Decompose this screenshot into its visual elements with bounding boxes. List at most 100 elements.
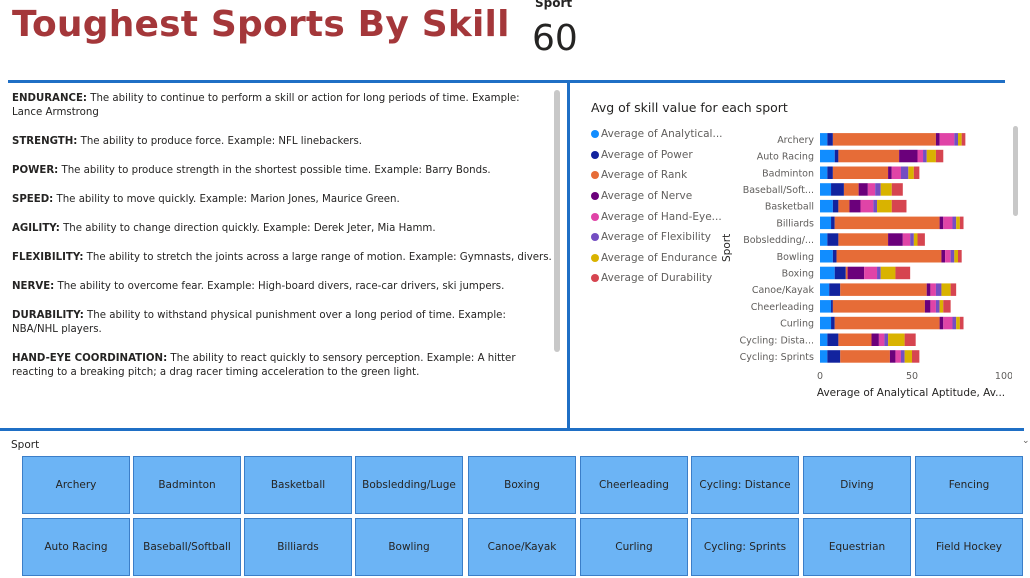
bar-segment	[952, 316, 957, 330]
bar-segment	[913, 233, 918, 246]
bar-segment	[908, 166, 914, 179]
chevron-down-icon[interactable]: ⌄	[1022, 436, 1030, 446]
bar-segment	[827, 133, 833, 146]
bar-segment	[820, 149, 835, 163]
bar-segment	[904, 333, 916, 346]
bar-segment	[838, 199, 850, 213]
slicer-tile[interactable]: Diving	[803, 456, 911, 514]
slicer-tile[interactable]: Auto Racing	[22, 518, 130, 576]
category-tick-label: Cheerleading	[751, 302, 814, 313]
slicer-tile[interactable]: Cycling: Distance	[691, 456, 799, 514]
report-title: Toughest Sports By Skill	[12, 4, 510, 45]
bar-segment	[930, 283, 936, 296]
bar-segment	[873, 199, 878, 213]
legend-label: Average of Rank	[601, 169, 688, 182]
bar-segment	[923, 149, 927, 163]
definition-text: The ability to produce strength in the s…	[58, 165, 491, 176]
bar-segment	[888, 333, 905, 346]
legend-dot-icon	[591, 171, 599, 180]
definition-paragraph: FLEXIBILITY: The ability to stretch the …	[12, 251, 552, 265]
slicer-tile[interactable]: Boxing	[468, 456, 576, 514]
bar-segment	[895, 266, 911, 280]
bar-segment	[958, 133, 962, 146]
textbox-scrollbar[interactable]	[554, 90, 560, 352]
sport-count-label: Sport	[535, 0, 573, 10]
definition-paragraph: DURABILITY: The ability to withstand phy…	[12, 309, 552, 337]
bar-segment	[827, 166, 833, 179]
category-tick-label: Billiards	[776, 218, 814, 229]
bar-segment	[900, 350, 905, 363]
slicer-tile[interactable]: Fencing	[915, 456, 1023, 514]
definition-term: NERVE:	[12, 281, 55, 292]
bar-segment	[959, 316, 964, 330]
bar-segment	[926, 149, 936, 163]
bar-segment	[930, 300, 936, 313]
bar-segment	[820, 300, 832, 313]
bar-segment	[820, 133, 828, 146]
definition-term: DURABILITY:	[12, 310, 84, 321]
top-divider	[8, 80, 1005, 83]
x-axis-title: Average of Analytical Aptitude, Av...	[817, 387, 1005, 399]
bar-segment	[820, 283, 830, 296]
definition-text: The ability to change direction quickly.…	[59, 223, 436, 234]
bar-segment	[956, 316, 960, 330]
category-tick-label: Auto Racing	[757, 152, 814, 163]
bar-segment	[912, 350, 920, 363]
bottom-divider	[0, 428, 1024, 431]
definition-text: The ability to continue to perform a ski…	[12, 93, 520, 118]
bar-segment	[939, 316, 944, 330]
legend-label: Average of Flexibility	[601, 231, 712, 244]
chart-scrollbar[interactable]	[1013, 126, 1018, 216]
legend-dot-icon	[591, 212, 599, 221]
bar-segment	[954, 133, 958, 146]
bar-segment	[878, 333, 885, 346]
bar-segment	[961, 133, 966, 146]
legend-dot-icon	[591, 274, 599, 283]
bar-segment	[917, 149, 924, 163]
slicer-tile[interactable]: Basketball	[244, 456, 352, 514]
bar-segment	[820, 166, 828, 179]
bar-segment	[831, 316, 835, 330]
slicer-tile[interactable]: Bobsledding/Luge	[355, 456, 463, 514]
slicer-tile[interactable]: Baseball/Softball	[133, 518, 241, 576]
bar-segment	[832, 300, 925, 313]
slicer-tile[interactable]: Archery	[22, 456, 130, 514]
bar-segment	[895, 350, 901, 363]
slicer-tile[interactable]: Field Hockey	[915, 518, 1023, 576]
bar-segment	[820, 216, 832, 230]
slicer-tile[interactable]: Curling	[580, 518, 688, 576]
bar-segment	[820, 333, 828, 346]
bar-segment	[891, 166, 901, 179]
slicer-tile[interactable]: Badminton	[133, 456, 241, 514]
definition-paragraph: SPEED: The ability to move quickly. Exam…	[12, 193, 552, 207]
bar-segment	[889, 350, 896, 363]
bar-segment	[935, 149, 944, 163]
bar-segment	[834, 316, 940, 330]
bar-segment	[902, 233, 911, 246]
bar-segment	[904, 350, 912, 363]
bar-segment	[910, 233, 914, 246]
bar-segment	[820, 250, 833, 263]
bar-segment	[871, 333, 879, 346]
bar-segment	[820, 350, 828, 363]
slicer-tile[interactable]: Canoe/Kayak	[468, 518, 576, 576]
slicer-tile[interactable]: Bowling	[355, 518, 463, 576]
definition-paragraph: NERVE: The ability to overcome fear. Exa…	[12, 280, 552, 294]
bar-segment	[884, 333, 889, 346]
y-axis-title: Sport	[721, 234, 733, 262]
definition-term: FLEXIBILITY:	[12, 252, 84, 263]
bar-segment	[864, 266, 878, 280]
category-tick-label: Baseball/Soft...	[743, 185, 814, 196]
bar-segment	[836, 250, 942, 263]
bar-segment	[834, 149, 839, 163]
slicer-tile[interactable]: Equestrian	[803, 518, 911, 576]
category-tick-label: Cycling: Dista...	[739, 335, 814, 346]
bar-segment	[939, 300, 944, 313]
bar-segment	[888, 233, 903, 246]
slicer-tile[interactable]: Cycling: Sprints	[691, 518, 799, 576]
slicer-tile[interactable]: Cheerleading	[580, 456, 688, 514]
bar-segment	[847, 266, 865, 280]
slicer-tile[interactable]: Billiards	[244, 518, 352, 576]
definition-text: The ability to produce force. Example: N…	[77, 136, 363, 147]
vertical-divider	[567, 82, 570, 430]
